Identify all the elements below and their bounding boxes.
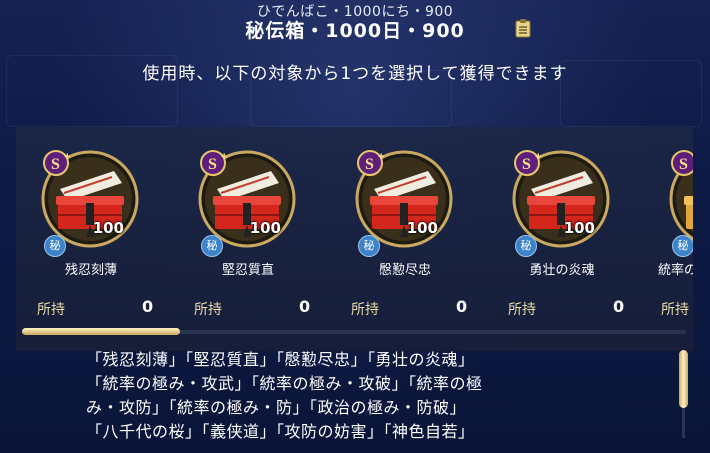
svg-text:S: S bbox=[365, 156, 374, 173]
svg-text:+: + bbox=[221, 151, 227, 163]
secret-mark: 秘 bbox=[201, 235, 223, 257]
owned-label: 所持 bbox=[508, 302, 536, 318]
description-line: 「八千代の桜」「義侠道」「攻防の妨害」「神色自若」 bbox=[86, 422, 475, 441]
owned-count: 0 bbox=[299, 297, 311, 316]
svg-text:+: + bbox=[535, 151, 541, 163]
owned-label: 所持 bbox=[661, 302, 689, 318]
description-line: 「残忍刻薄」「堅忍質直」「慇懃尽忠」「勇壮の炎魂」 bbox=[86, 350, 475, 369]
header: ひでんばこ・1000にち・900 秘伝箱・1000日・900 bbox=[0, 0, 710, 48]
item-card[interactable]: S + 秘 100 残忍刻薄 所持 0 bbox=[16, 127, 166, 327]
owned-label: 所持 bbox=[351, 302, 379, 318]
description-text: 「残忍刻薄」「堅忍質直」「慇懃尽忠」「勇壮の炎魂」 「統率の極み・攻武」「統率の… bbox=[86, 348, 646, 444]
item-card[interactable]: S + 秘 100 慇懃尽忠 所持 0 bbox=[330, 127, 480, 327]
rarity-badge: S + bbox=[357, 150, 384, 176]
secret-mark: 秘 bbox=[358, 235, 380, 257]
description-line: み・攻防」「統率の極み・防」「政治の極み・防破」 bbox=[86, 398, 467, 417]
horizontal-scrollbar-thumb[interactable] bbox=[22, 328, 180, 335]
rarity-badge: S + bbox=[514, 150, 541, 176]
item-name: 慇懃尽忠 bbox=[378, 263, 431, 278]
svg-text:S: S bbox=[522, 156, 531, 173]
svg-text:+: + bbox=[692, 151, 693, 163]
item-name: 残忍刻薄 bbox=[64, 263, 117, 278]
secret-mark: 秘 bbox=[515, 235, 537, 257]
secret-mark: 秘 bbox=[44, 235, 66, 257]
item-name: 統率の極 bbox=[658, 263, 693, 278]
item-quantity: 100 bbox=[406, 219, 438, 237]
svg-text:+: + bbox=[64, 151, 70, 163]
item-name: 勇壮の炎魂 bbox=[529, 263, 595, 278]
instruction-text: 使用時、以下の対象から1つを選択して獲得できます bbox=[142, 64, 568, 84]
clipboard-icon[interactable] bbox=[515, 18, 531, 38]
svg-text:S: S bbox=[51, 156, 60, 173]
owned-count: 0 bbox=[456, 297, 468, 316]
item-quantity: 100 bbox=[249, 219, 281, 237]
rarity-badge: S + bbox=[200, 150, 227, 176]
item-name: 堅忍質直 bbox=[221, 263, 274, 278]
description-line: 「統率の極み・攻武」「統率の極み・攻破」「統率の極 bbox=[86, 374, 483, 393]
svg-text:+: + bbox=[378, 151, 384, 163]
owned-label: 所持 bbox=[194, 302, 222, 318]
item-card[interactable]: S + 秘 100 堅忍質直 所持 0 bbox=[173, 127, 323, 327]
rarity-badge: S + bbox=[43, 150, 70, 176]
item-quantity: 100 bbox=[92, 219, 124, 237]
owned-count: 0 bbox=[613, 297, 625, 316]
item-card-partial[interactable]: S + 秘 統率の極 所持 bbox=[644, 127, 693, 327]
svg-text:S: S bbox=[679, 156, 688, 173]
vertical-scrollbar-thumb[interactable] bbox=[679, 350, 688, 408]
page-title: 秘伝箱・1000日・900 bbox=[245, 20, 465, 42]
svg-text:S: S bbox=[208, 156, 217, 173]
secret-mark: 秘 bbox=[672, 235, 693, 257]
rarity-badge: S + bbox=[671, 150, 693, 176]
item-card[interactable]: S + 秘 100 勇壮の炎魂 所持 0 bbox=[487, 127, 637, 327]
item-quantity: 100 bbox=[563, 219, 595, 237]
owned-label: 所持 bbox=[37, 302, 65, 318]
item-selection-panel: S + 秘 100 残忍刻薄 所持 0 S + 秘 100 堅忍質直 所持 0 … bbox=[16, 127, 693, 351]
owned-count: 0 bbox=[142, 297, 154, 316]
